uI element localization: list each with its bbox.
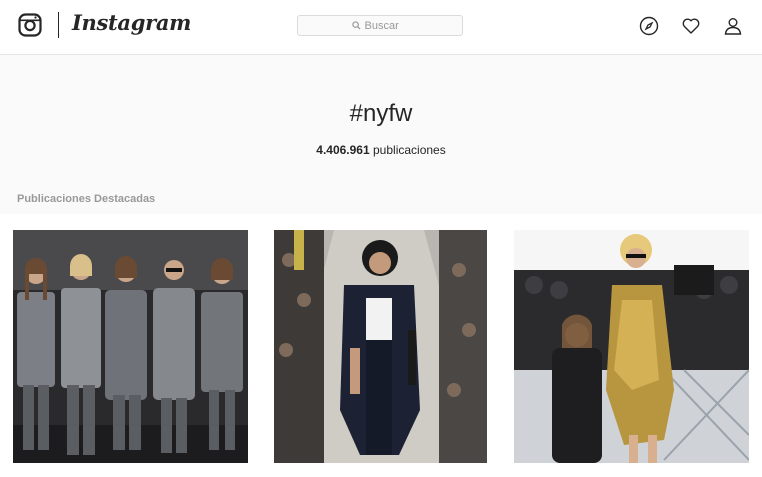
- search-box[interactable]: [297, 15, 463, 36]
- post-count-unit: publicaciones: [373, 143, 446, 157]
- post-thumbnail-3[interactable]: [514, 230, 749, 463]
- profile-button[interactable]: [723, 16, 743, 36]
- instagram-wordmark[interactable]: Instagram: [72, 10, 191, 35]
- post-count-value: 4.406.961: [316, 143, 370, 157]
- search-icon: [351, 21, 361, 30]
- logo-divider: [58, 12, 59, 38]
- top-posts-grid: [0, 214, 762, 477]
- post-thumbnail-2[interactable]: [274, 230, 487, 463]
- instagram-glyph-icon[interactable]: [18, 13, 42, 37]
- runway-group-photo: [13, 230, 248, 463]
- heart-icon: [682, 18, 700, 34]
- post-thumbnail-1[interactable]: [13, 230, 248, 463]
- user-icon: [724, 18, 742, 35]
- hashtag-title: #nyfw: [349, 100, 413, 127]
- activity-button[interactable]: [681, 16, 701, 36]
- explore-button[interactable]: [639, 16, 659, 36]
- search-input[interactable]: [364, 19, 409, 32]
- top-posts-heading: Publicaciones Destacadas: [17, 193, 156, 205]
- compass-icon: [639, 16, 659, 36]
- runway-model-photo: [274, 230, 487, 463]
- front-row-photo: [514, 230, 749, 463]
- top-navigation: Instagram: [0, 0, 762, 55]
- post-count: 4.406.961 publicaciones: [0, 143, 762, 157]
